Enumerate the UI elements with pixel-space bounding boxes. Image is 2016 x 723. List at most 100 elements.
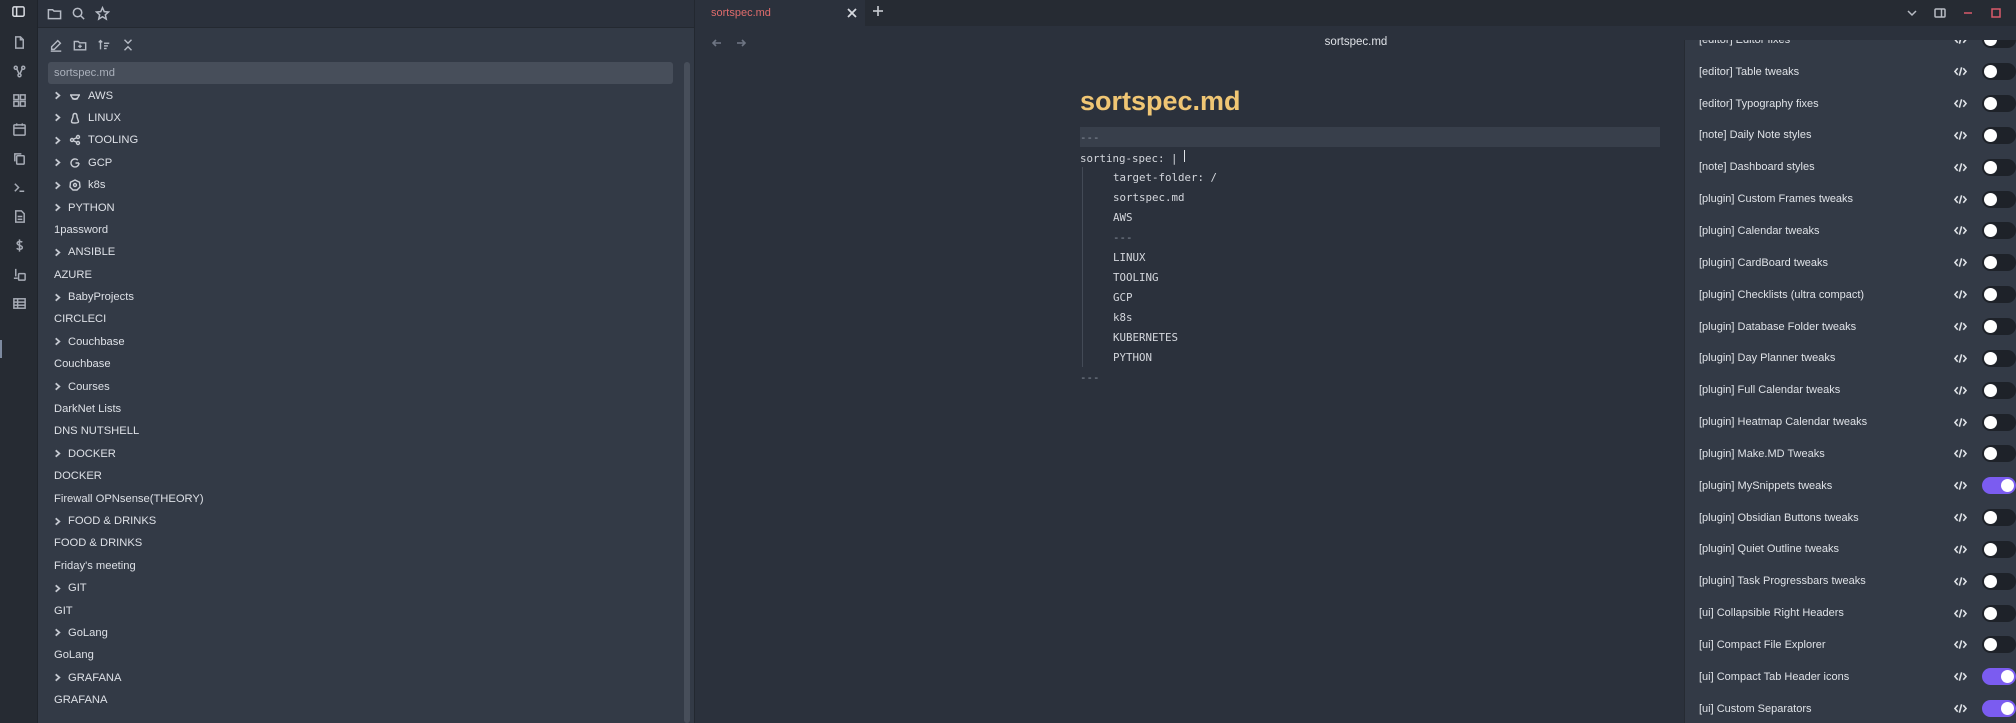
code-icon[interactable] bbox=[1953, 288, 1967, 302]
setting-toggle[interactable] bbox=[1982, 572, 2016, 590]
sort-icon[interactable] bbox=[94, 35, 114, 55]
file-item[interactable]: sortspec.md bbox=[48, 62, 673, 85]
chevron-right-icon[interactable] bbox=[50, 584, 64, 593]
code-line[interactable]: k8s bbox=[1080, 307, 1660, 327]
file-item[interactable]: 1password bbox=[48, 219, 673, 241]
folder-item[interactable]: BabyProjects bbox=[48, 286, 673, 308]
code-icon[interactable] bbox=[1953, 351, 1967, 365]
chevron-right-icon[interactable] bbox=[50, 628, 64, 637]
folder-item[interactable]: ANSIBLE bbox=[48, 241, 673, 263]
code-icon[interactable] bbox=[1953, 702, 1967, 716]
folder-item[interactable]: k8s bbox=[48, 174, 673, 196]
code-icon[interactable] bbox=[1953, 542, 1967, 556]
setting-toggle[interactable] bbox=[1982, 158, 2016, 176]
setting-toggle[interactable] bbox=[1982, 381, 2016, 399]
new-tab-button[interactable] bbox=[865, 0, 891, 26]
star-icon[interactable] bbox=[92, 4, 112, 24]
folder-item[interactable]: GRAFANA bbox=[48, 667, 673, 689]
chevron-right-icon[interactable] bbox=[50, 248, 64, 257]
setting-toggle[interactable] bbox=[1982, 540, 2016, 558]
code-line[interactable]: target-folder: / bbox=[1080, 167, 1660, 187]
setting-toggle[interactable] bbox=[1982, 445, 2016, 463]
chevron-right-icon[interactable] bbox=[50, 136, 64, 145]
right-sidebar-toggle-icon[interactable] bbox=[1929, 2, 1951, 24]
folder-item[interactable]: Courses bbox=[48, 375, 673, 397]
chevron-right-icon[interactable] bbox=[50, 181, 64, 190]
chevron-down-icon[interactable] bbox=[1901, 2, 1923, 24]
folder-item[interactable]: GIT bbox=[48, 577, 673, 599]
minimize-icon[interactable] bbox=[1957, 2, 1979, 24]
file-item[interactable]: DOCKER bbox=[48, 465, 673, 487]
code-icon[interactable] bbox=[1953, 40, 1967, 47]
setting-toggle[interactable] bbox=[1982, 222, 2016, 240]
file-item[interactable]: AZURE bbox=[48, 264, 673, 286]
folder-item[interactable]: TOOLING bbox=[48, 129, 673, 151]
folder-item[interactable]: GCP bbox=[48, 152, 673, 174]
code-line[interactable]: AWS bbox=[1080, 207, 1660, 227]
setting-toggle[interactable] bbox=[1982, 40, 2016, 49]
setting-toggle[interactable] bbox=[1982, 668, 2016, 686]
new-note-icon[interactable] bbox=[46, 35, 66, 55]
file-item[interactable]: CIRCLECI bbox=[48, 308, 673, 330]
setting-toggle[interactable] bbox=[1982, 636, 2016, 654]
file-item[interactable]: GRAFANA bbox=[48, 689, 673, 711]
setting-toggle[interactable] bbox=[1982, 604, 2016, 622]
sidebar-scrollbar[interactable] bbox=[684, 62, 690, 723]
file-item[interactable]: GoLang bbox=[48, 644, 673, 666]
code-icon[interactable] bbox=[1953, 670, 1967, 684]
tab-sortspec[interactable]: sortspec.md bbox=[695, 0, 865, 26]
file-item[interactable]: Firewall OPNsense(THEORY) bbox=[48, 487, 673, 509]
calendar-icon[interactable] bbox=[0, 115, 38, 144]
folder-item[interactable]: LINUX bbox=[48, 107, 673, 129]
code-line[interactable]: KUBERNETES bbox=[1080, 327, 1660, 347]
chevron-right-icon[interactable] bbox=[50, 449, 64, 458]
search-icon[interactable] bbox=[68, 4, 88, 24]
code-line[interactable]: TOOLING bbox=[1080, 267, 1660, 287]
folder-item[interactable]: FOOD & DRINKS bbox=[48, 510, 673, 532]
code-icon[interactable] bbox=[1953, 192, 1967, 206]
code-line[interactable]: --- bbox=[1080, 227, 1660, 247]
code-icon[interactable] bbox=[1953, 638, 1967, 652]
chevron-right-icon[interactable] bbox=[50, 203, 64, 212]
chevron-right-icon[interactable] bbox=[50, 673, 64, 682]
file-item[interactable]: Friday's meeting bbox=[48, 555, 673, 577]
code-icon[interactable] bbox=[1953, 160, 1967, 174]
code-line[interactable]: GCP bbox=[1080, 287, 1660, 307]
collapse-icon[interactable] bbox=[118, 35, 138, 55]
code-icon[interactable] bbox=[1953, 97, 1967, 111]
file-item[interactable]: FOOD & DRINKS bbox=[48, 532, 673, 554]
copy-icon[interactable] bbox=[0, 144, 38, 173]
code-line[interactable]: PYTHON bbox=[1080, 347, 1660, 367]
chevron-right-icon[interactable] bbox=[50, 382, 64, 391]
code-icon[interactable] bbox=[1953, 574, 1967, 588]
setting-toggle[interactable] bbox=[1982, 477, 2016, 495]
code-icon[interactable] bbox=[1953, 224, 1967, 238]
folder-item[interactable]: PYTHON bbox=[48, 196, 673, 218]
document-icon[interactable] bbox=[0, 202, 38, 231]
setting-toggle[interactable] bbox=[1982, 190, 2016, 208]
code-icon[interactable] bbox=[1953, 383, 1967, 397]
chevron-right-icon[interactable] bbox=[50, 113, 64, 122]
code-icon[interactable] bbox=[1953, 447, 1967, 461]
folder-item[interactable]: DOCKER bbox=[48, 443, 673, 465]
chevron-right-icon[interactable] bbox=[50, 158, 64, 167]
setting-toggle[interactable] bbox=[1982, 509, 2016, 527]
code-icon[interactable] bbox=[1953, 511, 1967, 525]
setting-toggle[interactable] bbox=[1982, 63, 2016, 81]
note-content[interactable]: sortspec.md --- sorting-spec: | target-fol… bbox=[1080, 86, 1660, 387]
setting-toggle[interactable] bbox=[1982, 126, 2016, 144]
setting-toggle[interactable] bbox=[1982, 254, 2016, 272]
dollar-icon[interactable] bbox=[0, 231, 38, 260]
setting-toggle[interactable] bbox=[1982, 700, 2016, 718]
chevron-right-icon[interactable] bbox=[50, 91, 64, 100]
close-icon[interactable] bbox=[845, 6, 859, 20]
folder-item[interactable]: Couchbase bbox=[48, 331, 673, 353]
dice-icon[interactable] bbox=[0, 260, 38, 289]
folder-item[interactable]: AWS bbox=[48, 84, 673, 106]
code-line[interactable]: --- bbox=[1080, 367, 1660, 387]
new-folder-icon[interactable] bbox=[70, 35, 90, 55]
grid-icon[interactable] bbox=[0, 86, 38, 115]
folder-item[interactable]: GoLang bbox=[48, 622, 673, 644]
code-line[interactable]: LINUX bbox=[1080, 247, 1660, 267]
code-icon[interactable] bbox=[1953, 320, 1967, 334]
